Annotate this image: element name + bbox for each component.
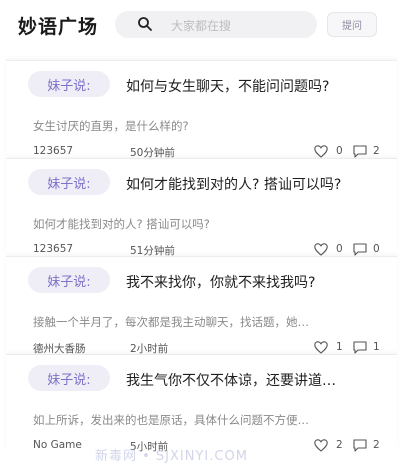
comment-count: 2 <box>373 145 380 157</box>
comment-count: 0 <box>373 243 380 255</box>
search-input[interactable]: 大家都在搜 <box>115 11 317 38</box>
search-icon <box>138 17 152 31</box>
comment-icon[interactable] <box>353 145 367 158</box>
like-count: 0 <box>336 145 343 157</box>
post-excerpt: 如上所诉，发出来的也是原话，具体什么问题不方便… <box>33 413 309 427</box>
comment-count: 1 <box>373 341 380 353</box>
post-card[interactable]: 妹子说: 如何与女生聊天，不能问问题吗? 女生讨厌的直男，是什么样的? 1236… <box>6 60 397 159</box>
post-card[interactable]: 妹子说: 我不来找你，你就不来找我吗? 接触一个半月了，每次都是我主动聊天，找话… <box>6 256 397 355</box>
comment-icon[interactable] <box>353 341 367 354</box>
post-question[interactable]: 如何与女生聊天，不能问问题吗? <box>126 76 329 96</box>
author-name[interactable]: No Game <box>33 439 82 451</box>
heart-icon[interactable] <box>314 243 328 256</box>
post-card[interactable]: 妹子说: 我生气你不仅不体谅，还要讲道… 如上所诉，发出来的也是原话，具体什么问… <box>6 354 397 453</box>
comment-count: 2 <box>373 439 380 451</box>
post-excerpt: 接触一个半月了，每次都是我主动聊天，找话题，她… <box>33 315 309 329</box>
author-name[interactable]: 123657 <box>33 145 73 157</box>
like-count: 0 <box>336 243 343 255</box>
post-excerpt: 女生讨厌的直男，是什么样的? <box>33 119 189 133</box>
post-card[interactable]: 妹子说: 如何才能找到对的人? 搭讪可以吗? 如何才能找到对的人? 搭讪可以吗?… <box>6 158 397 257</box>
category-tag[interactable]: 妹子说: <box>28 71 110 97</box>
category-tag[interactable]: 妹子说: <box>28 169 110 195</box>
post-question[interactable]: 我生气你不仅不体谅，还要讲道… <box>126 370 336 390</box>
heart-icon[interactable] <box>314 341 328 354</box>
comment-icon[interactable] <box>353 439 367 452</box>
like-count: 1 <box>336 341 343 353</box>
post-feed: 妹子说: 如何与女生聊天，不能问问题吗? 女生讨厌的直男，是什么样的? 1236… <box>0 60 403 453</box>
post-question[interactable]: 如何才能找到对的人? 搭讪可以吗? <box>126 174 341 194</box>
comment-icon[interactable] <box>353 243 367 256</box>
site-watermark: 新毒网 • SJXINYI.COM <box>95 449 248 464</box>
page-title: 妙语广场 <box>18 16 99 38</box>
category-tag[interactable]: 妹子说: <box>28 365 110 391</box>
top-bar: 妙语广场 大家都在搜 提问 <box>0 0 403 50</box>
category-tag[interactable]: 妹子说: <box>28 267 110 293</box>
heart-icon[interactable] <box>314 145 328 158</box>
author-name[interactable]: 123657 <box>33 243 73 255</box>
post-question[interactable]: 我不来找你，你就不来找我吗? <box>126 272 315 292</box>
ask-question-button[interactable]: 提问 <box>327 12 377 37</box>
search-placeholder: 大家都在搜 <box>171 19 232 33</box>
post-excerpt: 如何才能找到对的人? 搭讪可以吗? <box>33 217 210 231</box>
